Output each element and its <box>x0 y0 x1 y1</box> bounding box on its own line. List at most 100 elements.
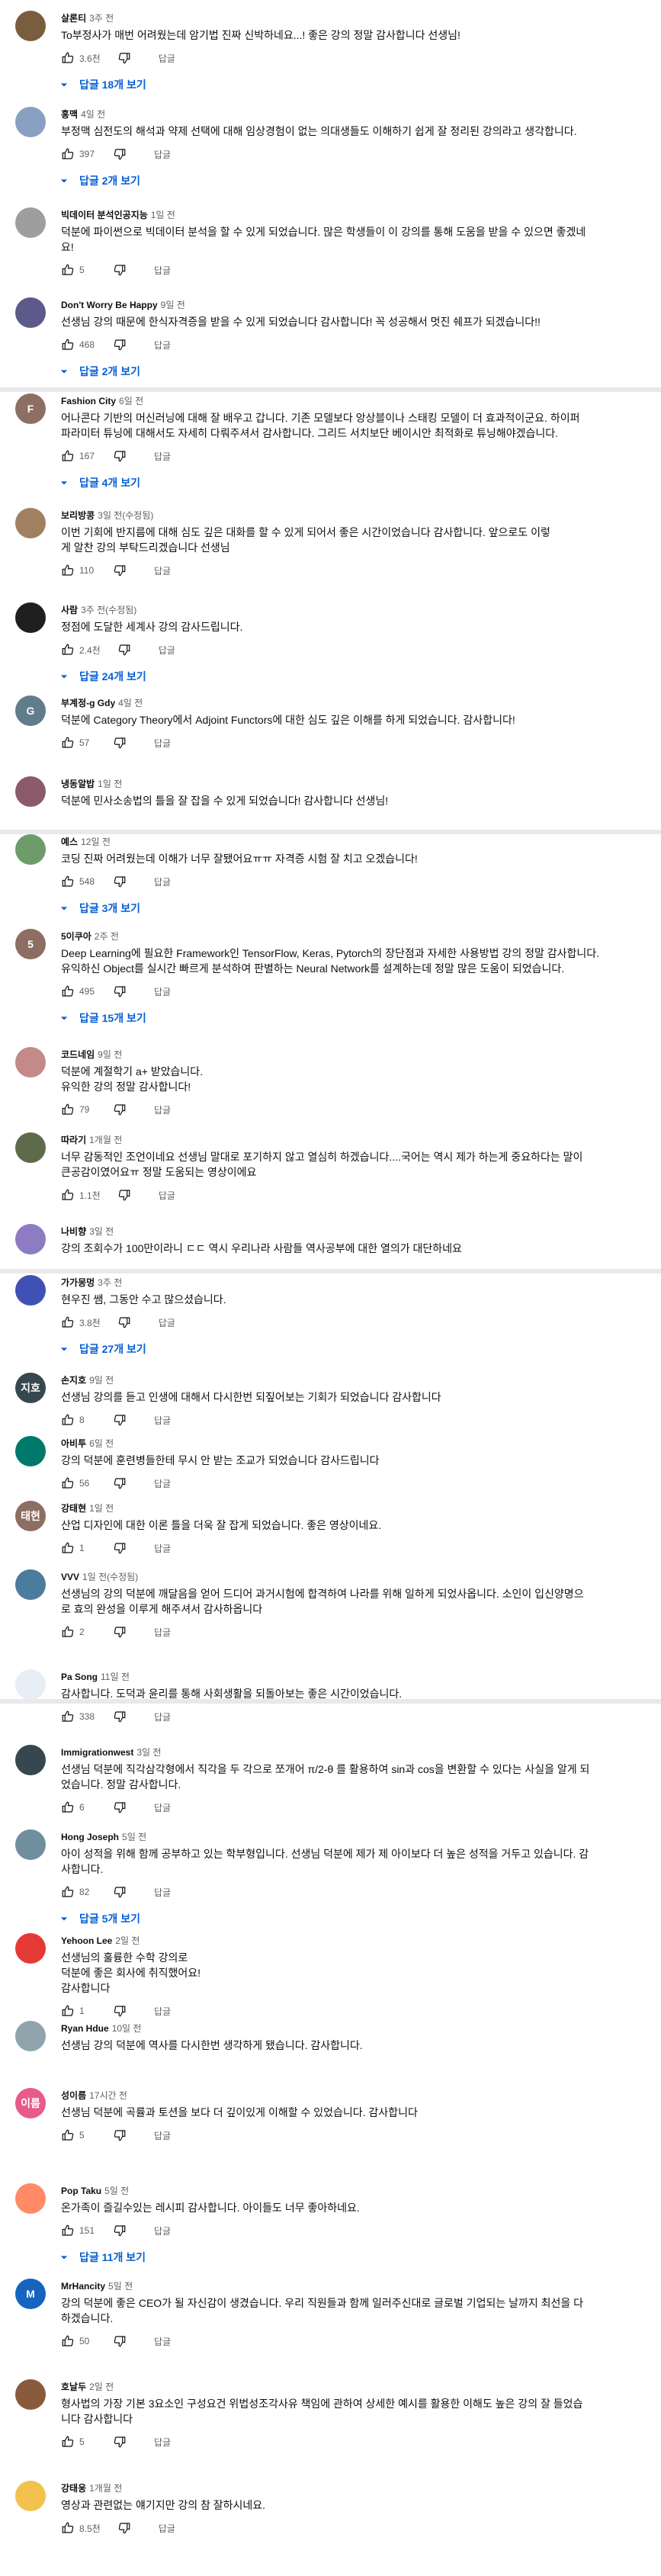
comment-timestamp[interactable]: 1개월 전 <box>89 2483 122 2494</box>
avatar[interactable] <box>15 776 46 807</box>
avatar[interactable] <box>15 1275 46 1306</box>
comment-author[interactable]: 냉동알밥 <box>61 779 95 789</box>
comment-author[interactable]: 홍맥 <box>61 109 78 120</box>
like-icon[interactable] <box>61 1800 75 1814</box>
dislike-icon[interactable] <box>113 338 127 352</box>
view-replies-button[interactable]: 답글 2개 보기 <box>56 169 648 192</box>
comment-author[interactable]: 나비향 <box>61 1226 86 1237</box>
reply-button[interactable]: 답글 <box>159 1316 175 1329</box>
comment-timestamp[interactable]: 3일 전 <box>89 1226 114 1237</box>
avatar[interactable] <box>15 834 46 865</box>
avatar[interactable]: F <box>15 393 46 424</box>
dislike-icon[interactable] <box>113 984 127 998</box>
avatar[interactable] <box>15 297 46 328</box>
view-replies-button[interactable]: 답글 15개 보기 <box>56 1007 648 1029</box>
reply-button[interactable]: 답글 <box>154 2129 171 2142</box>
like-icon[interactable] <box>61 1188 75 1202</box>
avatar[interactable] <box>15 1669 46 1700</box>
like-icon[interactable] <box>61 1710 75 1723</box>
like-icon[interactable] <box>61 984 75 998</box>
reply-button[interactable]: 답글 <box>154 1103 171 1116</box>
dislike-icon[interactable] <box>117 643 131 657</box>
comment-timestamp[interactable]: 1일 전 <box>98 779 122 789</box>
dislike-icon[interactable] <box>113 1103 127 1116</box>
comment-timestamp[interactable]: 1개월 전 <box>89 1135 122 1145</box>
reply-button[interactable]: 답글 <box>154 2436 171 2449</box>
comment-timestamp[interactable]: 3일 전(수정됨) <box>98 510 153 521</box>
comment-author[interactable]: 보리방콩 <box>61 510 95 521</box>
dislike-icon[interactable] <box>113 1800 127 1814</box>
dislike-icon[interactable] <box>113 2004 127 2018</box>
like-icon[interactable] <box>61 1476 75 1490</box>
like-icon[interactable] <box>61 338 75 352</box>
like-icon[interactable] <box>61 1625 75 1639</box>
reply-button[interactable]: 답글 <box>154 1542 171 1555</box>
avatar[interactable] <box>15 1745 46 1775</box>
dislike-icon[interactable] <box>113 564 127 577</box>
comment-author[interactable]: Yehoon Lee <box>61 1935 112 1946</box>
comment-timestamp[interactable]: 9일 전 <box>98 1049 122 1060</box>
comment-author[interactable]: 따라기 <box>61 1135 86 1145</box>
dislike-icon[interactable] <box>113 736 127 750</box>
comment-author[interactable]: 코드네임 <box>61 1049 95 1060</box>
view-replies-button[interactable]: 답글 18개 보기 <box>56 73 648 96</box>
reply-button[interactable]: 답글 <box>154 2335 171 2348</box>
view-replies-button[interactable]: 답글 24개 보기 <box>56 665 648 688</box>
reply-button[interactable]: 답글 <box>154 1801 171 1814</box>
comment-author[interactable]: 아비투 <box>61 1438 86 1449</box>
comment-author[interactable]: 부계정-g Gdy <box>61 698 115 708</box>
reply-button[interactable]: 답글 <box>154 985 171 998</box>
comment-timestamp[interactable]: 4일 전 <box>118 698 143 708</box>
comment-timestamp[interactable]: 3주 전(수정됨) <box>81 605 136 615</box>
like-icon[interactable] <box>61 564 75 577</box>
comment-timestamp[interactable]: 10일 전 <box>112 2023 142 2034</box>
comment-author[interactable]: Immigrationwest <box>61 1747 133 1758</box>
reply-button[interactable]: 답글 <box>154 1626 171 1639</box>
avatar[interactable] <box>15 1933 46 1964</box>
comment-timestamp[interactable]: 6일 전 <box>119 396 143 406</box>
avatar[interactable] <box>15 2481 46 2511</box>
like-icon[interactable] <box>61 2334 75 2348</box>
like-icon[interactable] <box>61 1413 75 1427</box>
view-replies-button[interactable]: 답글 3개 보기 <box>56 897 648 920</box>
comment-author[interactable]: Pa Song <box>61 1672 98 1682</box>
like-icon[interactable] <box>61 2128 75 2142</box>
avatar[interactable] <box>15 2021 46 2051</box>
avatar[interactable]: 이름 <box>15 2088 46 2118</box>
dislike-icon[interactable] <box>113 2128 127 2142</box>
comment-author[interactable]: 호날두 <box>61 2382 86 2392</box>
reply-button[interactable]: 답글 <box>154 1886 171 1899</box>
comment-author[interactable]: Don't Worry Be Happy <box>61 300 158 310</box>
comment-timestamp[interactable]: 3주 전 <box>98 1277 122 1288</box>
like-icon[interactable] <box>61 2521 75 2535</box>
comment-timestamp[interactable]: 2주 전 <box>95 931 119 942</box>
like-icon[interactable] <box>61 875 75 888</box>
avatar[interactable] <box>15 207 46 238</box>
like-icon[interactable] <box>61 2224 75 2237</box>
comment-timestamp[interactable]: 17시간 전 <box>89 2090 127 2101</box>
reply-button[interactable]: 답글 <box>154 264 171 277</box>
reply-button[interactable]: 답글 <box>154 1710 171 1723</box>
comment-timestamp[interactable]: 1일 전 <box>151 210 175 220</box>
like-icon[interactable] <box>61 1103 75 1116</box>
avatar[interactable] <box>15 2183 46 2214</box>
view-replies-button[interactable]: 답글 11개 보기 <box>56 2246 648 2269</box>
reply-button[interactable]: 답글 <box>159 2522 175 2535</box>
like-icon[interactable] <box>61 1541 75 1555</box>
dislike-icon[interactable] <box>113 147 127 161</box>
dislike-icon[interactable] <box>113 1885 127 1899</box>
dislike-icon[interactable] <box>113 875 127 888</box>
comment-author[interactable]: 예스 <box>61 837 78 847</box>
comment-timestamp[interactable]: 9일 전 <box>89 1375 114 1386</box>
comment-timestamp[interactable]: 12일 전 <box>81 837 111 847</box>
comment-author[interactable]: Pop Taku <box>61 2186 101 2196</box>
dislike-icon[interactable] <box>113 263 127 277</box>
like-icon[interactable] <box>61 643 75 657</box>
comment-timestamp[interactable]: 5일 전 <box>104 2186 129 2196</box>
dislike-icon[interactable] <box>117 51 131 65</box>
avatar[interactable] <box>15 1132 46 1163</box>
comment-timestamp[interactable]: 9일 전 <box>161 300 185 310</box>
comment-author[interactable]: 사람 <box>61 605 78 615</box>
dislike-icon[interactable] <box>117 1315 131 1329</box>
dislike-icon[interactable] <box>117 1188 131 1202</box>
